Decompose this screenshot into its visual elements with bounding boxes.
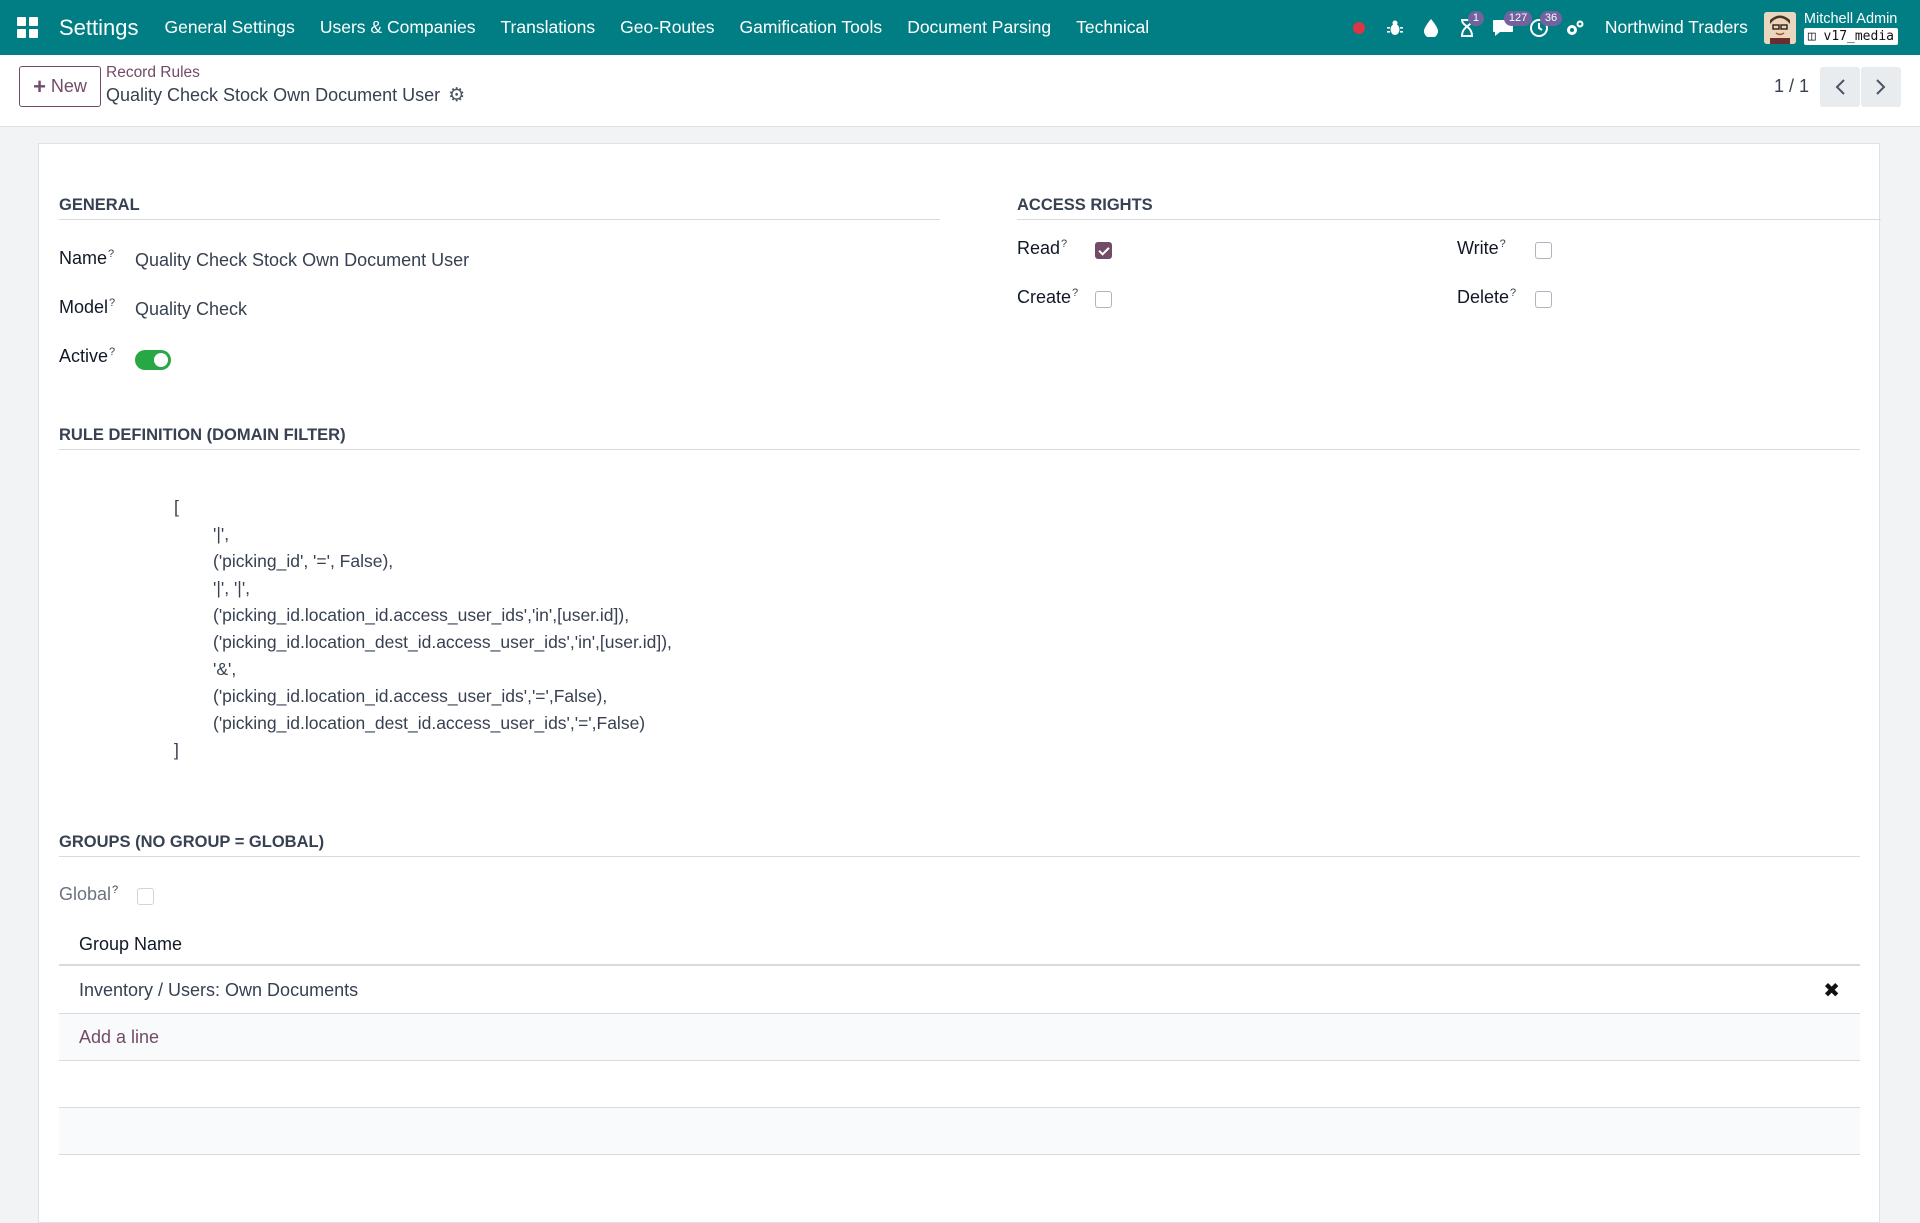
domain-line: ('picking_id.location_dest_id.access_use… (213, 713, 646, 733)
domain-line: '|', (213, 524, 230, 544)
user-avatar[interactable] (1763, 11, 1796, 44)
menu-gamification-tools[interactable]: Gamification Tools (740, 17, 883, 38)
delete-label-text: Delete (1457, 287, 1510, 307)
pager-next-button[interactable] (1861, 67, 1901, 107)
chevron-left-icon (1835, 79, 1845, 95)
name-field[interactable]: Quality Check Stock Own Document User (135, 250, 469, 271)
pager-previous-button[interactable] (1820, 67, 1860, 107)
table-row[interactable]: Inventory / Users: Own Documents ✖ (59, 967, 1860, 1014)
form-sheet: General Name? Quality Check Stock Own Do… (38, 143, 1881, 1223)
delete-checkbox[interactable] (1535, 291, 1552, 308)
control-panel: + New Record Rules Quality Check Stock Ow… (0, 55, 1920, 127)
create-label: Create? (1017, 287, 1078, 308)
global-checkbox (137, 888, 154, 905)
groups-table-header: Group Name (59, 924, 1860, 966)
user-menu[interactable]: Mitchell Admin ◫ v17_media (1803, 10, 1898, 45)
model-label: Model? (59, 297, 115, 318)
drop-icon[interactable] (1413, 0, 1449, 55)
database-tag: ◫ v17_media (1803, 27, 1898, 45)
help-icon[interactable]: ? (112, 884, 118, 896)
plus-icon: + (33, 73, 46, 99)
domain-line: '|', '|', (213, 578, 251, 598)
name-label: Name? (59, 248, 114, 269)
group-name-cell: Inventory / Users: Own Documents (79, 980, 359, 1000)
help-icon[interactable]: ? (109, 297, 115, 309)
section-domain-heading: Rule Definition (Domain Filter) (59, 426, 1860, 450)
menu-general-settings[interactable]: General Settings (165, 17, 295, 38)
database-name: v17_media (1823, 28, 1894, 44)
create-checkbox[interactable] (1095, 291, 1112, 308)
record-title: Quality Check Stock Own Document User (106, 85, 441, 105)
new-button-label: New (50, 76, 87, 96)
help-icon[interactable]: ? (109, 346, 115, 358)
name-label-text: Name (59, 248, 108, 268)
chevron-right-icon (1876, 79, 1886, 95)
top-navbar: Settings General Settings Users & Compan… (0, 0, 1920, 55)
global-label: Global? (59, 884, 118, 905)
delete-label: Delete? (1457, 287, 1516, 308)
systray: 1 127 36 Northwind Traders Mitchell Admi… (1341, 0, 1920, 55)
menu-geo-routes[interactable]: Geo-Routes (620, 17, 714, 38)
help-icon[interactable]: ? (1500, 238, 1506, 250)
help-icon[interactable]: ? (1061, 238, 1067, 250)
domain-line: '&', (213, 659, 237, 679)
empty-row (59, 1061, 1860, 1108)
menu-document-parsing[interactable]: Document Parsing (907, 17, 1051, 38)
write-label-text: Write (1457, 238, 1499, 258)
active-toggle[interactable] (135, 350, 171, 370)
apps-menu-icon[interactable] (0, 0, 55, 55)
section-groups-heading: Groups (no group = global) (59, 833, 1860, 857)
domain-line: ] (174, 740, 179, 760)
gear-icon[interactable]: ⚙ (448, 84, 465, 107)
company-switcher[interactable]: Northwind Traders (1605, 17, 1748, 38)
help-icon[interactable]: ? (1072, 287, 1078, 299)
active-label-text: Active (59, 346, 109, 366)
model-field[interactable]: Quality Check (135, 299, 247, 320)
active-label: Active? (59, 346, 115, 367)
column-group-name[interactable]: Group Name (79, 934, 182, 955)
gears-icon[interactable] (1557, 0, 1593, 55)
domain-line: [ (174, 497, 179, 517)
write-label: Write? (1457, 238, 1506, 259)
add-line-row: Add a line (59, 1014, 1860, 1061)
write-checkbox[interactable] (1535, 242, 1552, 259)
activity-badge: 1 (1467, 11, 1485, 26)
user-name: Mitchell Admin (1803, 10, 1898, 27)
menu-users-companies[interactable]: Users & Companies (320, 17, 476, 38)
section-access-rights-heading: Access Rights (1017, 196, 1881, 220)
create-label-text: Create (1017, 287, 1072, 307)
new-button[interactable]: + New (19, 66, 101, 107)
read-label-text: Read (1017, 238, 1061, 258)
model-label-text: Model (59, 297, 109, 317)
delete-row-icon[interactable]: ✖ (1823, 978, 1840, 1003)
bug-icon[interactable] (1377, 0, 1413, 55)
breadcrumb-record-rules[interactable]: Record Rules (106, 64, 200, 82)
record-dot-icon[interactable] (1341, 0, 1377, 55)
domain-line: ('picking_id.location_id.access_user_ids… (213, 686, 608, 706)
help-icon[interactable]: ? (108, 248, 114, 260)
chat-icon[interactable]: 127 (1485, 0, 1533, 55)
main-menu: General Settings Users & Companies Trans… (165, 17, 1175, 38)
empty-row (59, 1108, 1860, 1155)
read-checkbox[interactable] (1095, 242, 1112, 259)
global-label-text: Global (59, 884, 112, 904)
clock-icon[interactable]: 36 (1521, 0, 1563, 55)
read-label: Read? (1017, 238, 1067, 259)
app-brand[interactable]: Settings (59, 15, 139, 41)
domain-line: ('picking_id', '=', False), (213, 551, 394, 571)
add-line-link[interactable]: Add a line (79, 1027, 159, 1048)
section-general-heading: General (59, 196, 940, 220)
pager-value[interactable]: 1 / 1 (1774, 76, 1809, 97)
help-icon[interactable]: ? (1510, 287, 1516, 299)
domain-line: ('picking_id.location_id.access_user_ids… (213, 605, 630, 625)
menu-technical[interactable]: Technical (1076, 17, 1149, 38)
domain-line: ('picking_id.location_dest_id.access_use… (213, 632, 672, 652)
menu-translations[interactable]: Translations (500, 17, 595, 38)
breadcrumb-current: Quality Check Stock Own Document User ⚙ (106, 84, 465, 107)
hourglass-icon[interactable]: 1 (1449, 0, 1485, 55)
